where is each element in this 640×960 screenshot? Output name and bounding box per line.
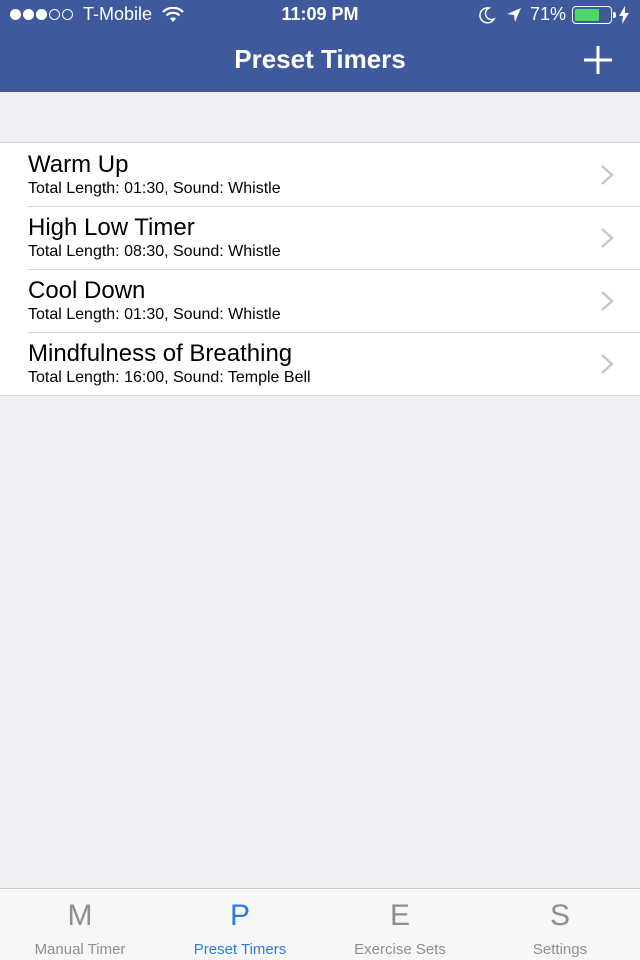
chevron-right-icon	[601, 228, 614, 248]
plus-icon[interactable]	[582, 44, 614, 76]
tab-letter-icon: P	[229, 899, 250, 932]
page-title: Preset Timers	[234, 44, 406, 74]
timer-name: Cool Down	[28, 277, 146, 304]
timer-row[interactable]: Mindfulness of Breathing Total Length: 1…	[0, 332, 640, 395]
timer-detail: Total Length: 08:30, Sound: Whistle	[28, 243, 281, 260]
battery-percent: 71%	[529, 4, 566, 24]
timer-row[interactable]: High Low Timer Total Length: 08:30, Soun…	[0, 206, 640, 269]
chevron-right-icon	[601, 291, 614, 311]
tab-exercise-sets[interactable]: E Exercise Sets	[320, 889, 480, 960]
timer-name: Mindfulness of Breathing	[28, 340, 293, 367]
timer-name: High Low Timer	[28, 214, 195, 241]
app-screen: T-Mobile 11:09 PM 71% Preset Timers Warm…	[0, 0, 640, 960]
tab-preset-timers[interactable]: P Preset Timers	[160, 889, 320, 960]
chevron-right-icon	[601, 165, 614, 185]
tab-letter-icon: E	[389, 899, 410, 932]
header: T-Mobile 11:09 PM 71% Preset Timers	[0, 0, 640, 92]
tab-label: Preset Timers	[193, 941, 287, 958]
preset-timer-list: Warm Up Total Length: 01:30, Sound: Whis…	[0, 142, 640, 396]
chevron-right-icon	[601, 354, 614, 374]
status-bar: T-Mobile 11:09 PM 71%	[0, 0, 640, 30]
tab-manual-timer[interactable]: M Manual Timer	[0, 889, 160, 960]
timer-detail: Total Length: 01:30, Sound: Whistle	[28, 180, 281, 197]
tab-letter-icon: M	[67, 899, 93, 932]
timer-row[interactable]: Warm Up Total Length: 01:30, Sound: Whis…	[0, 143, 640, 206]
tab-bar: M Manual Timer P Preset Timers E Exercis…	[0, 888, 640, 960]
status-right: 71%	[478, 4, 630, 25]
timer-detail: Total Length: 16:00, Sound: Temple Bell	[28, 369, 311, 386]
battery-icon	[572, 5, 616, 24]
moon-icon	[479, 6, 496, 24]
timer-row[interactable]: Cool Down Total Length: 01:30, Sound: Wh…	[0, 269, 640, 332]
tab-letter-icon: S	[549, 899, 570, 932]
tab-label: Settings	[532, 941, 588, 958]
timer-name: Warm Up	[28, 151, 129, 178]
charging-bolt-icon	[619, 5, 629, 24]
tab-label: Exercise Sets	[354, 941, 446, 958]
timer-detail: Total Length: 01:30, Sound: Whistle	[28, 306, 281, 323]
tab-label: Manual Timer	[34, 941, 126, 958]
battery-level-fill	[575, 8, 600, 21]
location-arrow-icon	[506, 7, 521, 22]
tab-settings[interactable]: S Settings	[480, 889, 640, 960]
